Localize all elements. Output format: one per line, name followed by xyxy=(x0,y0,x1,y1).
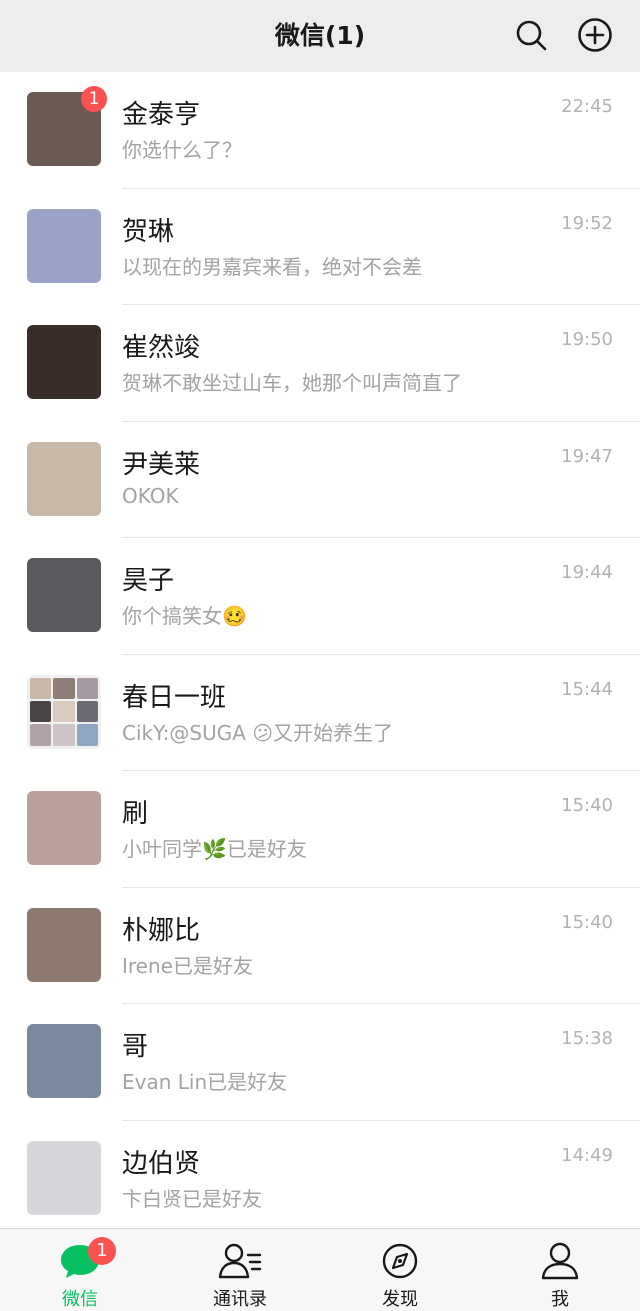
avatar xyxy=(27,1140,101,1215)
contacts-icon xyxy=(218,1243,262,1279)
chat-name: 崔然竣 xyxy=(122,333,201,363)
chat-time: 14:49 xyxy=(561,1144,613,1166)
chat-time: 15:40 xyxy=(561,911,613,933)
chat-name: 刷 xyxy=(122,799,149,829)
chat-name: 昊子 xyxy=(122,566,175,596)
add-icon[interactable] xyxy=(577,17,613,53)
chat-preview: CikY:@SUGA 😕又开始养生了 xyxy=(122,720,394,745)
tab-label: 发现 xyxy=(382,1289,418,1310)
chat-preview: OKOK xyxy=(122,483,179,508)
chat-preview: Irene已是好友 xyxy=(122,953,253,978)
chat-time: 19:47 xyxy=(561,445,613,467)
search-icon[interactable] xyxy=(513,17,549,53)
chat-row[interactable]: 朴娜比 Irene已是好友 15:40 xyxy=(0,887,640,1004)
chat-preview: 你个搞笑女🥴 xyxy=(122,604,247,628)
chat-name: 春日一班 xyxy=(122,682,227,713)
chat-name: 贺琳 xyxy=(122,216,175,247)
chat-time: 19:50 xyxy=(561,329,613,350)
avatar xyxy=(27,325,101,399)
chat-row[interactable]: 刷 小叶同学🌿已是好友 15:40 xyxy=(0,771,640,888)
chat-time: 19:44 xyxy=(561,562,613,583)
tab-label: 微信 xyxy=(62,1289,98,1310)
chat-row[interactable]: 崔然竣 贺琳不敢坐过山车，她那个叫声简直了 19:50 xyxy=(0,305,640,422)
unread-badge: 1 xyxy=(81,86,107,112)
chat-row[interactable]: 尹美莱 OKOK 19:47 xyxy=(0,421,640,538)
avatar xyxy=(27,558,101,632)
chat-row[interactable]: 昊子 你个搞笑女🥴 19:44 xyxy=(0,538,640,655)
chat-row[interactable]: 边伯贤 卞白贤已是好友 14:49 xyxy=(0,1120,640,1228)
chat-row[interactable]: 哥 Evan Lin已是好友 15:38 xyxy=(0,1004,640,1121)
chat-preview: Evan Lin已是好友 xyxy=(122,1070,288,1094)
chat-name: 朴娜比 xyxy=(122,915,201,946)
avatar xyxy=(27,907,101,982)
chat-preview: 卞白贤已是好友 xyxy=(122,1186,262,1211)
avatar xyxy=(27,791,101,865)
chat-name: 哥 xyxy=(122,1032,149,1062)
avatar xyxy=(27,208,101,283)
chat-row[interactable]: 1 金泰亨 你选什么了？ 22:45 xyxy=(0,72,640,189)
chat-list: 1 金泰亨 你选什么了？ 22:45 贺琳 以现在的男嘉宾来看，绝对不会差 19… xyxy=(0,72,640,1228)
chat-name: 边伯贤 xyxy=(122,1148,201,1179)
chat-time: 19:52 xyxy=(561,212,613,234)
avatar xyxy=(27,1024,101,1098)
tab-me[interactable]: 我 xyxy=(480,1229,640,1311)
chat-preview: 小叶同学🌿已是好友 xyxy=(122,837,307,861)
tab-label: 通讯录 xyxy=(213,1289,267,1310)
chat-preview: 你选什么了？ xyxy=(122,138,242,162)
tab-discover[interactable]: 发现 xyxy=(320,1229,480,1311)
group-avatar xyxy=(27,674,101,749)
chat-preview: 以现在的男嘉宾来看，绝对不会差 xyxy=(122,254,422,279)
top-bar: 微信(1) xyxy=(0,0,640,72)
compass-icon xyxy=(382,1243,418,1279)
chat-row[interactable]: 贺琳 以现在的男嘉宾来看，绝对不会差 19:52 xyxy=(0,188,640,305)
chat-time: 15:40 xyxy=(561,795,613,816)
tab-label: 我 xyxy=(551,1289,569,1310)
tab-chats[interactable]: 1 微信 xyxy=(0,1229,160,1311)
chat-preview: 贺琳不敢坐过山车，她那个叫声简直了 xyxy=(122,371,462,395)
chat-row[interactable]: 春日一班 CikY:@SUGA 😕又开始养生了 15:44 xyxy=(0,654,640,771)
person-icon xyxy=(541,1242,579,1280)
bottom-tab-bar: 1 微信 通讯录 发现 我 xyxy=(0,1228,640,1311)
avatar xyxy=(27,441,101,516)
chat-time: 22:45 xyxy=(561,96,613,117)
chat-time: 15:44 xyxy=(561,678,613,700)
tab-contacts[interactable]: 通讯录 xyxy=(160,1229,320,1311)
chat-name: 尹美莱 xyxy=(122,449,201,480)
chat-time: 15:38 xyxy=(561,1028,613,1049)
chat-name: 金泰亨 xyxy=(122,100,201,130)
unread-badge: 1 xyxy=(88,1237,116,1265)
